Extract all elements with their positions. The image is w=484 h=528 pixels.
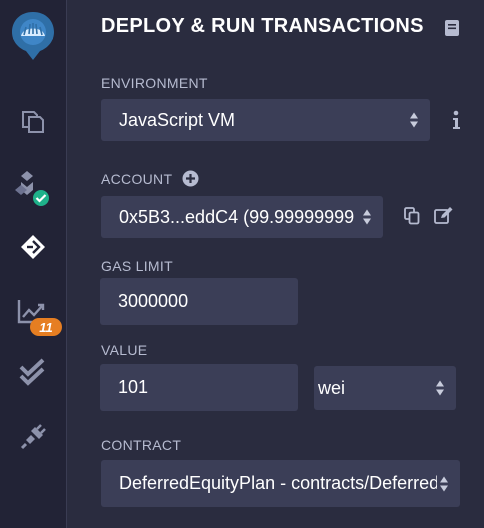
add-account-icon[interactable]	[182, 170, 199, 192]
environment-select[interactable]: JavaScript VM	[101, 99, 430, 141]
value-label: VALUE	[101, 342, 148, 358]
account-value: 0x5B3...eddC4 (99.99999999	[119, 206, 355, 227]
environment-value: JavaScript VM	[119, 109, 236, 130]
deploy-run-icon[interactable]	[0, 232, 66, 262]
gas-limit-input[interactable]: 3000000	[100, 278, 298, 325]
value-input[interactable]: 101	[100, 364, 298, 411]
contract-select[interactable]: DeferredEquityPlan - contracts/DeferredE…	[101, 460, 460, 507]
analysis-badge-count: 11	[39, 319, 53, 335]
environment-label: ENVIRONMENT	[101, 75, 208, 91]
plugin-manager-icon[interactable]	[0, 422, 66, 452]
file-explorer-icon[interactable]	[0, 106, 66, 136]
deploy-run-panel: DEPLOY & RUN TRANSACTIONS ENVIRONMENT Ja…	[67, 0, 484, 528]
copy-icon[interactable]	[404, 207, 420, 230]
testing-icon[interactable]	[0, 358, 66, 388]
panel-title: DEPLOY & RUN TRANSACTIONS	[101, 15, 424, 37]
documentation-icon[interactable]	[444, 19, 460, 42]
gas-limit-value: 3000000	[118, 291, 189, 311]
value-amount: 101	[118, 377, 149, 397]
select-arrows-icon	[439, 476, 448, 491]
select-arrows-icon	[362, 209, 371, 225]
gas-limit-label: GAS LIMIT	[101, 258, 173, 274]
value-unit-select[interactable]: wei	[314, 366, 456, 410]
account-label: ACCOUNT	[101, 171, 173, 187]
icon-panel: 11	[0, 0, 67, 528]
edit-icon[interactable]	[434, 207, 454, 230]
contract-label: CONTRACT	[101, 437, 182, 453]
remix-logo-icon[interactable]	[0, 8, 66, 62]
select-arrows-icon	[435, 380, 444, 396]
contract-value: DeferredEquityPlan - contracts/DeferredE…	[119, 473, 437, 493]
account-select[interactable]: 0x5B3...eddC4 (99.99999999	[101, 196, 383, 238]
analysis-badge: 11	[30, 318, 62, 336]
value-unit: wei	[318, 377, 346, 398]
compiler-icon[interactable]	[0, 168, 66, 210]
info-icon[interactable]	[451, 110, 461, 135]
select-arrows-icon	[409, 112, 418, 128]
